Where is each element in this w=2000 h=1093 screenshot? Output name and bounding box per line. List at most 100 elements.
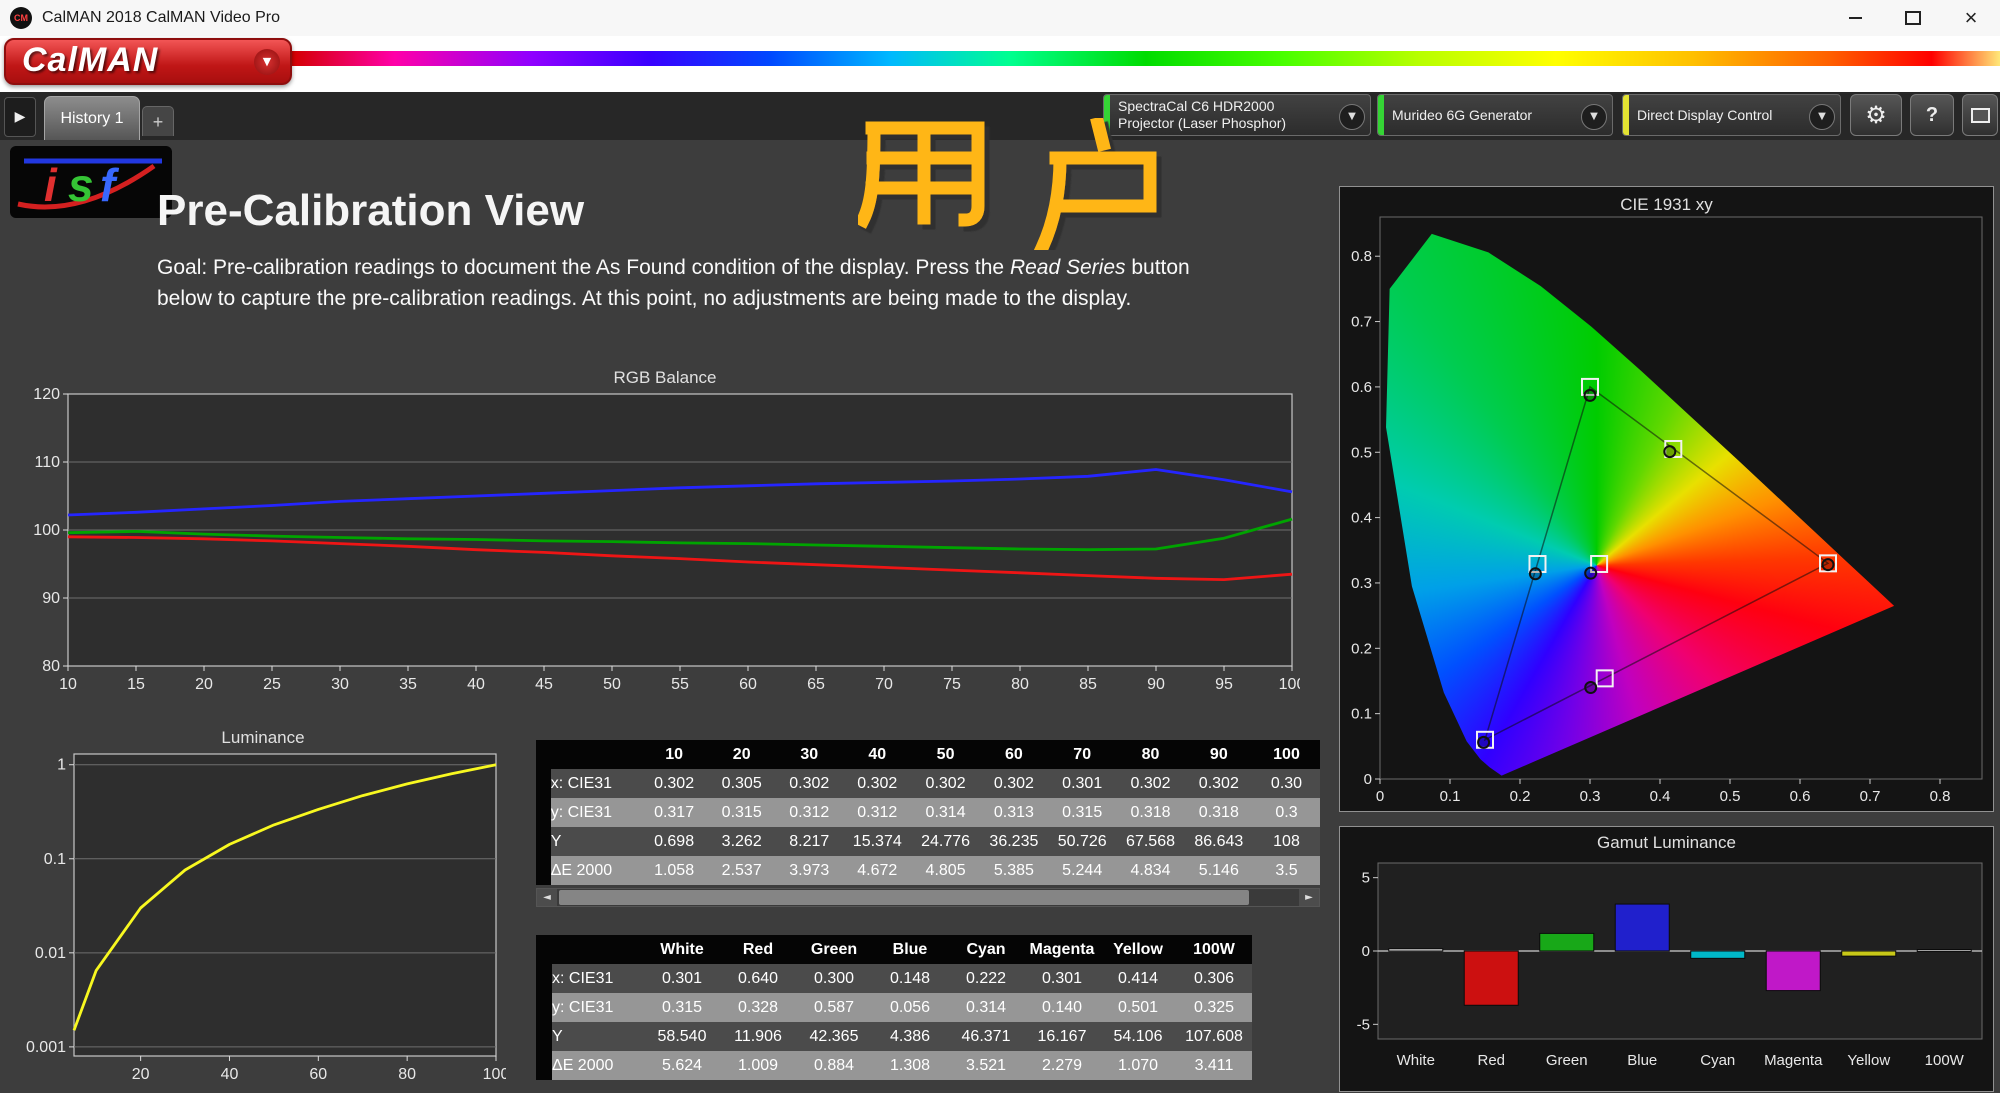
- table-header-row: 10 20 30 40 50 60 70 80 90 100: [536, 740, 1320, 769]
- tick-label: -5: [1357, 1016, 1370, 1033]
- chevron-down-icon[interactable]: ▼: [1339, 104, 1365, 130]
- table-cell: 1.058: [640, 856, 708, 885]
- table-header-cell: White: [644, 935, 720, 964]
- table-cell: 2.279: [1024, 1051, 1100, 1080]
- table-cell: 108: [1252, 827, 1320, 856]
- tick-label: 1: [57, 757, 66, 774]
- tick-label: 95: [1215, 676, 1233, 693]
- table-cell: 0.301: [644, 964, 720, 993]
- table-cell: 16.167: [1024, 1022, 1100, 1051]
- plot-area: [1379, 216, 1983, 780]
- scroll-left-button[interactable]: ◄: [537, 889, 557, 906]
- settings-button[interactable]: ⚙: [1850, 94, 1902, 136]
- table-cell: x: CIE31: [552, 964, 644, 993]
- scrollbar-thumb[interactable]: [559, 890, 1250, 905]
- bar-green: [1539, 932, 1595, 952]
- tick-label: 15: [127, 676, 145, 693]
- plot-area: [73, 753, 497, 1057]
- tick-label: 20: [195, 676, 213, 693]
- table-header-cell: [552, 935, 644, 964]
- close-button[interactable]: ×: [1942, 0, 2000, 36]
- calman-logo-text: CalMAN: [22, 41, 159, 79]
- window-layout-icon: [1970, 107, 1990, 123]
- tick-label: 110: [34, 454, 60, 471]
- meter-device-dropdown[interactable]: SpectraCal C6 HDR2000 Projector (Laser P…: [1103, 94, 1371, 136]
- tick-label: 100: [33, 522, 60, 539]
- table-cell: 0.306: [1176, 964, 1252, 993]
- scrollbar-track[interactable]: [557, 889, 1299, 906]
- display-control-dropdown[interactable]: Direct Display Control ▼: [1622, 94, 1841, 136]
- tick-label: 90: [42, 590, 60, 607]
- tick-label: 70: [875, 676, 893, 693]
- table-cell: 0.318: [1116, 798, 1185, 827]
- table-cell: 0.315: [1048, 798, 1117, 827]
- tick-label: 0.6: [1790, 788, 1811, 805]
- tick-label: 0.01: [35, 945, 66, 962]
- luminance-svg: 1 0.1 0.01 0.001 20 40 60 80 100: [26, 753, 506, 1083]
- data-table: 10 20 30 40 50 60 70 80 90 100 x: CIE31 0.302 0.305 0…: [536, 740, 1320, 885]
- chevron-down-icon[interactable]: ▼: [1809, 104, 1835, 130]
- table-horizontal-scrollbar[interactable]: ◄ ►: [536, 888, 1320, 907]
- table-cell: [536, 827, 551, 856]
- tick-label: 65: [807, 676, 825, 693]
- table-cell: 15.374: [843, 827, 912, 856]
- bar-magenta: [1765, 950, 1821, 992]
- expand-panel-button[interactable]: ▶: [4, 97, 36, 137]
- tab-history-1[interactable]: History 1: [44, 96, 140, 140]
- tick-label: 0: [1364, 771, 1372, 788]
- tick-label: 25: [263, 676, 281, 693]
- table-cell: 0.300: [796, 964, 872, 993]
- measured-red: [1821, 558, 1835, 572]
- generator-device-dropdown[interactable]: Murideo 6G Generator ▼: [1377, 94, 1613, 136]
- luminance-chart: Luminance 1 0.1 0.01 0.001 20 40 60 80 100: [20, 726, 506, 1088]
- cie-overlay-svg: 0 0.1 0.2 0.3 0.4 0.5 0.6 0.7 0.8 0 0.1 0.2 0.3 0.4 0.…: [1351, 216, 1983, 805]
- table-header-cell: 30: [775, 740, 844, 769]
- isf-letter-i: i: [44, 159, 58, 211]
- rainbow-strip: [292, 51, 2000, 66]
- maximize-button[interactable]: [1884, 0, 1942, 36]
- table-header-cell: 40: [843, 740, 912, 769]
- measured-cyan: [1528, 567, 1542, 581]
- table-cell: 36.235: [979, 827, 1049, 856]
- tick-label: 60: [309, 1066, 327, 1083]
- tick-label: Green: [1546, 1052, 1588, 1069]
- table-cell: 5.146: [1184, 856, 1253, 885]
- tick-label: 30: [331, 676, 349, 693]
- table-cell: 3.973: [775, 856, 844, 885]
- table-cell: [536, 798, 551, 827]
- table-row: x: CIE31 0.302 0.305 0.302 0.302 0.302 0.302 0.…: [536, 769, 1320, 798]
- help-button[interactable]: ?: [1910, 94, 1954, 136]
- data-table: White Red Green Blue Cyan Magenta Yellow 100W x:…: [536, 935, 1252, 1080]
- tab-bar: ▶ History 1 + SpectraCal C6 HDR2000 Proj…: [0, 92, 2000, 140]
- table-cell: [536, 769, 551, 798]
- table-cell: 0.317: [640, 798, 708, 827]
- bar-yellow: [1841, 950, 1897, 957]
- table-cell: 0.148: [872, 964, 948, 993]
- display-status-indicator: [1623, 95, 1629, 135]
- tick-label: 35: [399, 676, 417, 693]
- rgb-balance-chart: RGB Balance 80 90 100 110 120 10 15 20 25 30 35 40 4…: [30, 366, 1300, 702]
- meter-device-line2: Projector (Laser Phosphor): [1118, 115, 1287, 131]
- workspace-toggle-button[interactable]: [1962, 94, 1998, 136]
- table-header-cell: 60: [979, 740, 1049, 769]
- calman-menu-button[interactable]: CalMAN ▼: [4, 38, 292, 85]
- add-tab-button[interactable]: +: [142, 106, 174, 136]
- meter-device-line1: SpectraCal C6 HDR2000: [1118, 98, 1275, 114]
- tick-label: 0.5: [1720, 788, 1741, 805]
- table-cell: 2.537: [707, 856, 776, 885]
- tick-label: 75: [943, 676, 961, 693]
- table-cell: 0.056: [872, 993, 948, 1022]
- table-header-cell: Yellow: [1100, 935, 1176, 964]
- table-cell: 58.540: [644, 1022, 720, 1051]
- table-cell: 0.312: [843, 798, 912, 827]
- table-header-cell: Cyan: [948, 935, 1024, 964]
- scroll-right-button[interactable]: ►: [1299, 889, 1319, 906]
- minimize-button[interactable]: [1826, 0, 1884, 36]
- tick-label: 80: [1011, 676, 1029, 693]
- chevron-down-icon[interactable]: ▼: [1581, 104, 1607, 130]
- measured-yellow: [1663, 445, 1677, 459]
- table-cell: 11.906: [720, 1022, 796, 1051]
- tick-label: 80: [398, 1066, 416, 1083]
- bar-white: [1388, 948, 1444, 952]
- table-cell: 0.328: [720, 993, 796, 1022]
